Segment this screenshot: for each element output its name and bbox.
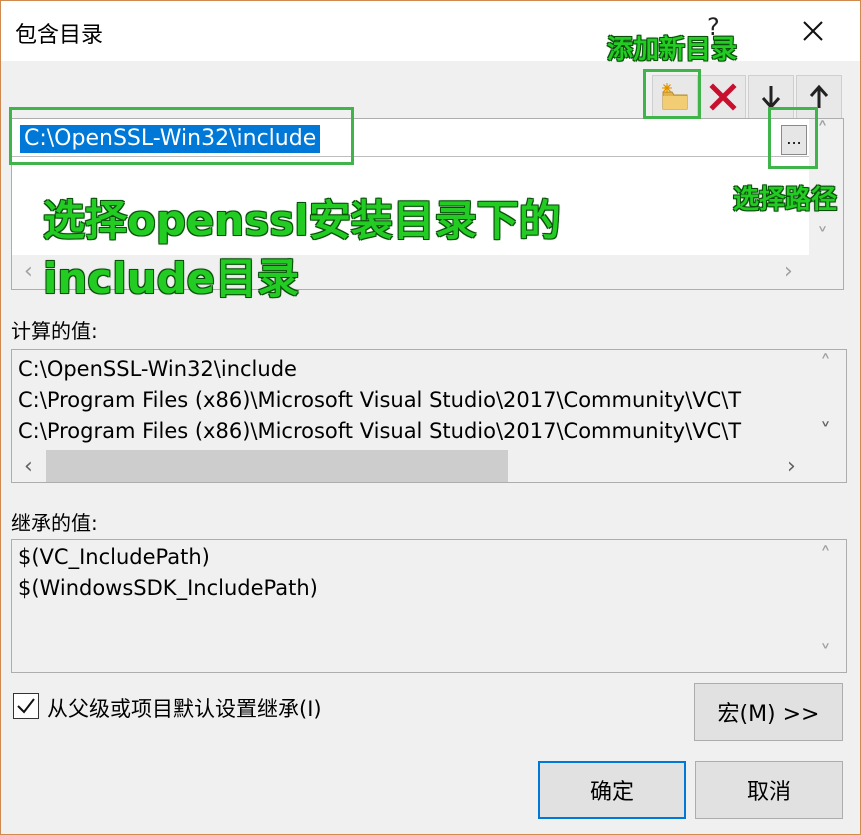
evaluated-values-label: 计算的值: bbox=[11, 319, 98, 343]
instruction-annotation-line2: include目录 bbox=[43, 254, 300, 303]
scroll-right-icon[interactable]: › bbox=[784, 261, 793, 283]
scroll-left-icon[interactable]: ‹ bbox=[24, 261, 33, 283]
delete-line-button[interactable] bbox=[700, 75, 746, 119]
list-item: $(VC_IncludePath) bbox=[18, 545, 210, 569]
path-highlight-box bbox=[9, 107, 354, 165]
new-folder-highlight-box bbox=[643, 69, 701, 119]
dialog-title: 包含目录 bbox=[15, 23, 104, 48]
scroll-down-icon[interactable]: ˅ bbox=[817, 227, 828, 249]
scroll-up-icon[interactable]: ˄ bbox=[820, 354, 831, 376]
scroll-down-icon[interactable]: ˅ bbox=[820, 422, 831, 444]
add-directory-annotation: 添加新目录 bbox=[607, 35, 738, 65]
vertical-scrollbar[interactable]: ˄ ˅ bbox=[812, 540, 846, 672]
evaluated-values-list: C:\OpenSSL-Win32\include C:\Program File… bbox=[11, 349, 847, 483]
inherit-checkbox-label[interactable]: 从父级或项目默认设置继承(I) bbox=[47, 693, 322, 723]
close-icon[interactable] bbox=[797, 9, 831, 49]
browse-annotation: 选择路径 bbox=[733, 185, 838, 215]
browse-highlight-box bbox=[768, 107, 818, 169]
scroll-left-icon[interactable]: ‹ bbox=[24, 456, 33, 478]
inherit-checkbox[interactable] bbox=[13, 693, 39, 719]
scroll-up-icon[interactable]: ˄ bbox=[817, 121, 828, 143]
scroll-right-icon[interactable]: › bbox=[787, 456, 796, 478]
scroll-down-icon[interactable]: ˅ bbox=[820, 644, 831, 666]
cancel-button[interactable]: 取消 bbox=[695, 761, 843, 819]
list-item: C:\Program Files (x86)\Microsoft Visual … bbox=[18, 419, 742, 443]
delete-x-icon bbox=[709, 83, 737, 111]
ok-button[interactable]: 确定 bbox=[538, 761, 686, 819]
inherited-values-list: $(VC_IncludePath) $(WindowsSDK_IncludePa… bbox=[11, 539, 847, 673]
instruction-annotation-line1: 选择openssl安装目录下的 bbox=[43, 196, 561, 245]
scroll-up-icon[interactable]: ˄ bbox=[820, 546, 831, 568]
list-item: C:\Program Files (x86)\Microsoft Visual … bbox=[18, 388, 742, 412]
horizontal-scrollbar[interactable]: ‹ › bbox=[12, 450, 846, 482]
list-item: $(WindowsSDK_IncludePath) bbox=[18, 576, 318, 600]
vertical-scrollbar[interactable]: ˄ ˅ bbox=[812, 350, 846, 450]
list-item: C:\OpenSSL-Win32\include bbox=[18, 357, 297, 381]
inherited-values-label: 继承的值: bbox=[11, 511, 98, 535]
include-directories-dialog: 包含目录 ? C:\OpenSSL-Win32\include ... ˄ ˅ … bbox=[0, 0, 861, 835]
checkmark-icon bbox=[17, 698, 35, 714]
macros-button[interactable]: 宏(M) >> bbox=[694, 683, 843, 741]
scrollbar-thumb[interactable] bbox=[46, 450, 508, 482]
